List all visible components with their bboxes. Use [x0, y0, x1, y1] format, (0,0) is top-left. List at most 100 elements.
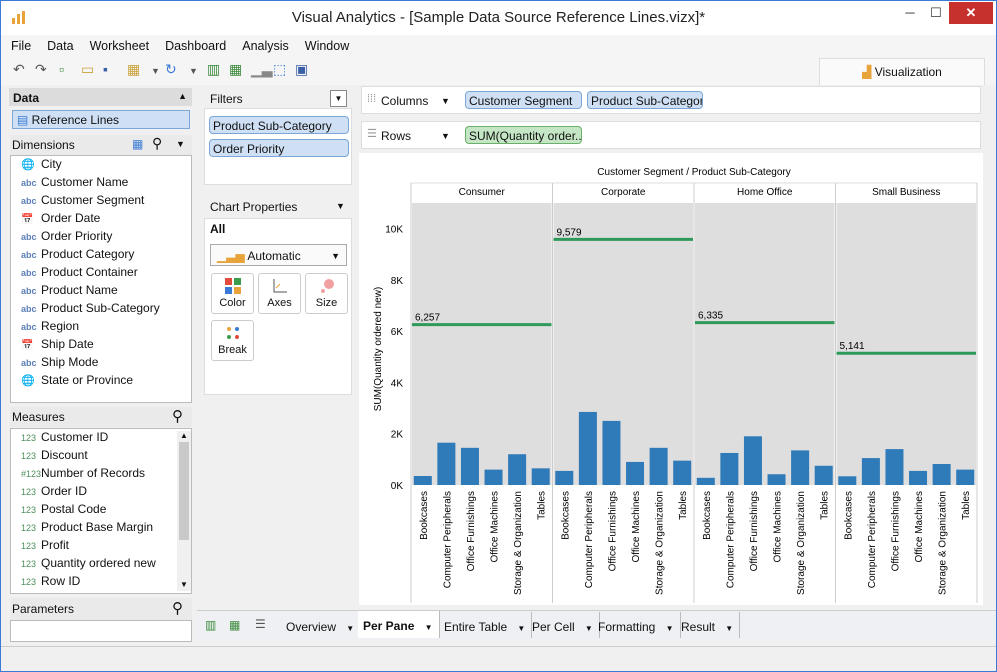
dimension-label: Ship Date: [41, 337, 94, 351]
chevron-down-icon[interactable]: ▼: [176, 139, 185, 149]
filter-pill-product-sub-category[interactable]: Product Sub-Category: [209, 116, 349, 134]
refresh-icon[interactable]: ↻: [165, 61, 177, 78]
menu-analysis[interactable]: Analysis: [236, 35, 295, 53]
measure-label: Quantity ordered new: [41, 556, 156, 570]
bar: [885, 449, 904, 485]
chevron-down-icon[interactable]: ▼: [441, 96, 450, 106]
mark-type-select[interactable]: ▁▃▅ Automatic ▼: [210, 244, 347, 266]
measures-scrollbar[interactable]: ▲ ▼: [177, 431, 191, 591]
dimension-item[interactable]: 📅 Ship Date: [11, 336, 191, 354]
bar: [531, 468, 550, 485]
dimension-item[interactable]: abc Order Priority: [11, 228, 191, 246]
new-worksheet-icon[interactable]: ▥: [205, 618, 216, 632]
dimension-item[interactable]: 🌐 City: [11, 156, 191, 174]
menu-data[interactable]: Data: [41, 35, 79, 53]
dimension-item[interactable]: abc Product Category: [11, 246, 191, 264]
maximize-button[interactable]: ☐: [923, 2, 949, 24]
chevron-down-icon[interactable]: ▼: [515, 624, 525, 633]
dimension-item[interactable]: abc Product Sub-Category: [11, 300, 191, 318]
sort-arrows-icon[interactable]: ▲: [178, 91, 187, 101]
tab-visualization[interactable]: ▟ Visualization: [819, 58, 985, 85]
break-card[interactable]: Break: [211, 320, 254, 361]
chevron-down-icon[interactable]: ▼: [151, 66, 160, 76]
measure-item[interactable]: 123 Customer ID: [11, 429, 191, 447]
undo-icon[interactable]: ↶: [13, 61, 25, 78]
measure-label: Number of Records: [41, 466, 146, 480]
measure-item[interactable]: #123Number of Records: [11, 465, 191, 483]
search-icon[interactable]: ⚲: [172, 407, 183, 425]
chevron-down-icon[interactable]: ▼: [336, 201, 345, 211]
dimension-item[interactable]: 📅 Order Date: [11, 210, 191, 228]
save-icon[interactable]: ▪: [103, 61, 108, 77]
bar-chart[interactable]: Customer Segment / Product Sub-Category C…: [359, 153, 983, 605]
dimension-item[interactable]: abc Product Container: [11, 264, 191, 282]
bar: [838, 476, 857, 485]
table-view-icon[interactable]: ▦: [132, 137, 143, 151]
redo-icon[interactable]: ↷: [35, 61, 47, 78]
measure-item[interactable]: 123 Discount: [11, 447, 191, 465]
chevron-down-icon[interactable]: ▼: [663, 624, 674, 633]
search-icon[interactable]: ⚲: [172, 599, 183, 617]
close-button[interactable]: ✕: [949, 2, 993, 24]
columns-icon: ⁞⁞⁞: [367, 93, 377, 105]
axes-card[interactable]: Axes: [258, 273, 301, 314]
chevron-down-icon[interactable]: ▼: [583, 624, 593, 633]
presentation-icon[interactable]: ▣: [295, 61, 308, 78]
column-pill-customer-segment[interactable]: Customer Segment: [465, 91, 582, 109]
measure-item[interactable]: 123 Quantity ordered new: [11, 555, 191, 573]
data-source-icon[interactable]: ▦: [127, 61, 140, 78]
add-dashboard-icon[interactable]: ▦: [229, 61, 242, 78]
dimension-item[interactable]: abc Customer Name: [11, 174, 191, 192]
search-icon[interactable]: ⚲: [152, 135, 162, 152]
menu-window[interactable]: Window: [299, 35, 355, 53]
sheet-tab[interactable]: Per Cell ▼: [527, 612, 600, 638]
new-dashboard-icon[interactable]: ▦: [229, 618, 240, 632]
chevron-down-icon[interactable]: ▼: [723, 624, 733, 633]
measures-list: 123 Customer ID 123 Discount #123Number of R…: [10, 428, 192, 594]
menu-file[interactable]: File: [5, 35, 37, 53]
dimension-item[interactable]: abc Customer Segment: [11, 192, 191, 210]
dimension-item[interactable]: 🌐 State or Province: [11, 372, 191, 390]
measure-item[interactable]: 123 Row ID: [11, 573, 191, 591]
menu-dashboard[interactable]: Dashboard: [159, 35, 232, 53]
chevron-down-icon[interactable]: ▼: [441, 131, 450, 141]
selection-icon[interactable]: ⬚: [273, 61, 286, 78]
number-type-icon: 123: [21, 487, 37, 497]
y-tick-label: 4K: [391, 378, 404, 389]
string-type-icon: abc: [21, 358, 37, 368]
minimize-button[interactable]: ─: [897, 2, 923, 24]
datasource-item[interactable]: ▤ Reference Lines: [12, 110, 190, 129]
dimension-item[interactable]: abc Region: [11, 318, 191, 336]
measure-item[interactable]: 123 Profit: [11, 537, 191, 555]
y-tick-label: 0K: [391, 481, 404, 492]
sheet-tab[interactable]: Per Pane ▼: [358, 611, 440, 638]
dimension-item[interactable]: abc Ship Mode: [11, 354, 191, 372]
bar-chart-icon[interactable]: ▁▃: [251, 61, 273, 78]
open-folder-icon[interactable]: ▭: [81, 61, 94, 78]
category-label: Computer Peripherals: [584, 491, 595, 588]
category-label: Bookcases: [419, 491, 430, 540]
row-pill-sum-quantity[interactable]: SUM(Quantity order...: [465, 126, 582, 144]
add-chart-icon[interactable]: ▥: [207, 61, 220, 78]
new-sheet-icon[interactable]: ▫: [59, 61, 64, 77]
sheet-tab[interactable]: Entire Table ▼: [439, 612, 533, 638]
sheet-tab[interactable]: Overview ▼: [281, 612, 362, 638]
chevron-down-icon[interactable]: ▼: [189, 66, 198, 76]
measure-item[interactable]: 123 Product Base Margin: [11, 519, 191, 537]
color-card[interactable]: Color: [211, 273, 254, 314]
measure-item[interactable]: 123 Postal Code: [11, 501, 191, 519]
filters-menu-button[interactable]: ▼: [330, 90, 347, 107]
pane-header: Consumer: [459, 187, 506, 198]
sheet-tab[interactable]: Formatting ▼: [593, 612, 681, 638]
chevron-down-icon[interactable]: ▼: [422, 623, 433, 632]
filter-pill-order-priority[interactable]: Order Priority: [209, 139, 349, 157]
measure-label: Postal Code: [41, 502, 107, 516]
sheet-tab[interactable]: Result ▼: [676, 612, 741, 638]
column-pill-product-sub-category[interactable]: Product Sub-Category: [587, 91, 703, 109]
measure-item[interactable]: 123 Order ID: [11, 483, 191, 501]
chevron-down-icon[interactable]: ▼: [344, 624, 354, 633]
size-card[interactable]: Size: [305, 273, 348, 314]
menu-worksheet[interactable]: Worksheet: [84, 35, 156, 53]
sheet-list-icon[interactable]: ☰: [255, 617, 266, 631]
dimension-item[interactable]: abc Product Name: [11, 282, 191, 300]
